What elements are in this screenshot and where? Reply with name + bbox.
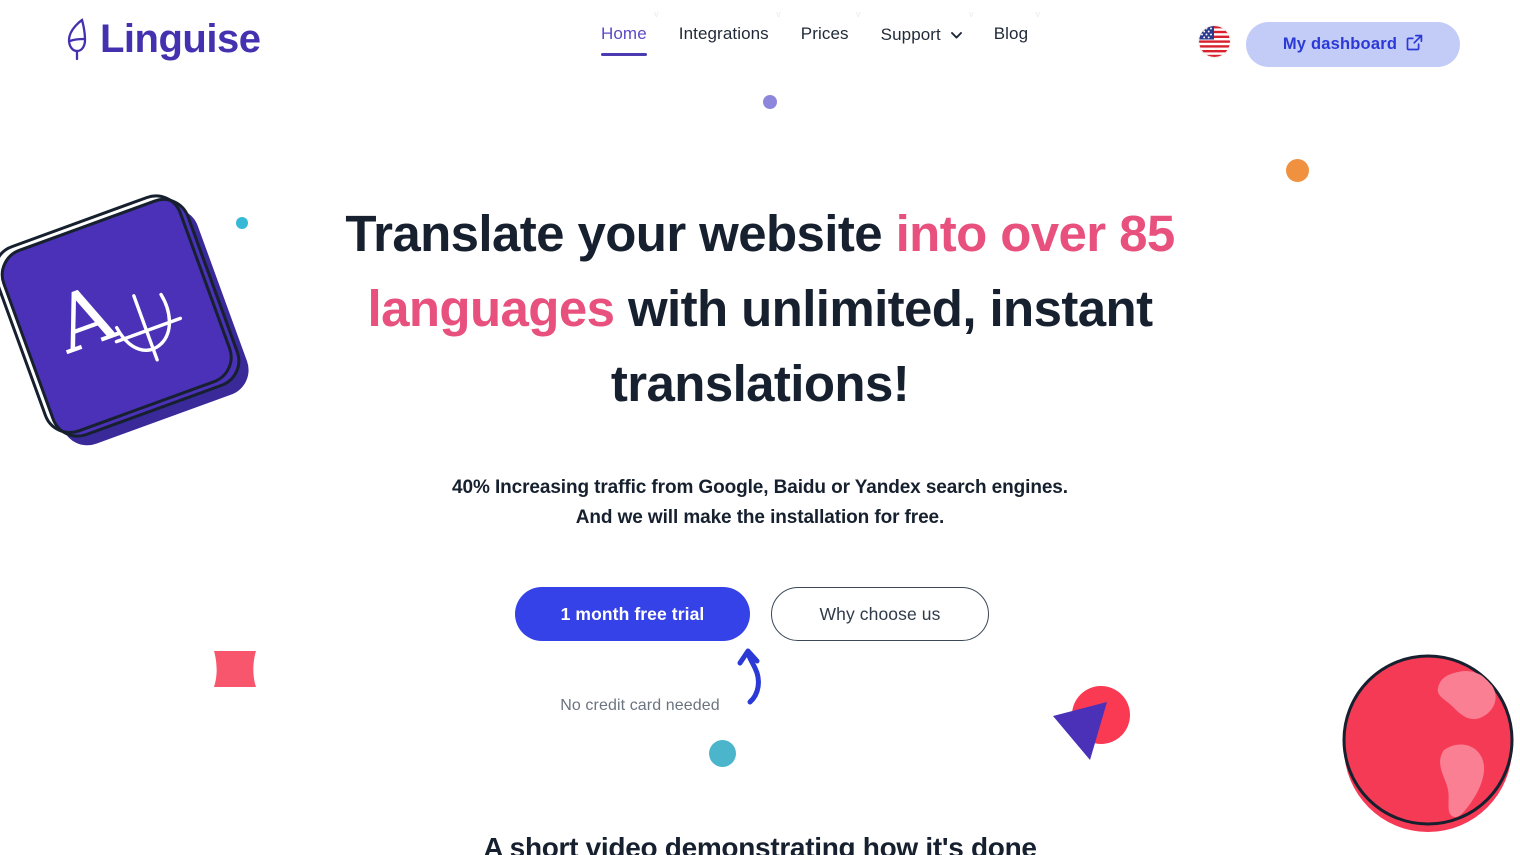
nav-item-blog[interactable]: v Blog [993,10,1040,62]
nav-item-support-label: Support [880,25,941,44]
nav-hint-icon: v [969,9,974,19]
orange-dot-decoration [1286,159,1309,182]
active-nav-underline [601,53,647,56]
hero-headline-part2: with unlimited, instant translations! [610,280,1153,412]
why-choose-us-button[interactable]: Why choose us [771,587,989,641]
large-teal-dot-decoration [709,740,736,767]
red-circle-with-cursor-decoration [1045,678,1145,773]
nav-item-support[interactable]: v Support [880,10,974,63]
pink-ribbon-decoration [210,645,268,693]
nav-hint-icon: v [654,9,659,19]
no-credit-card-note: No credit card needed [560,697,720,714]
hero-headline-part1: Translate your website [345,205,896,262]
nav-item-integrations-label: Integrations [678,24,769,43]
main-navigation: v Home v Integrations v Prices v Support [601,10,1040,63]
my-dashboard-button[interactable]: My dashboard [1246,22,1460,67]
hero-subtitle: 40% Increasing traffic from Google, Baid… [310,473,1210,533]
hero-cta-row: 1 month free trial Why choose us [515,587,989,641]
svg-text:A: A [43,267,129,372]
translation-card-illustration: A [0,170,282,470]
small-teal-dot-decoration [236,217,248,229]
hero-subtitle-line-2: And we will make the installation for fr… [575,507,945,528]
logo[interactable]: Linguise [62,16,261,62]
nav-item-integrations[interactable]: v Integrations [678,10,781,62]
globe-illustration [1340,640,1520,855]
feather-pen-icon [62,16,92,62]
hero-section: A Translate your website into over 85 la… [0,0,1520,855]
hero-headline: Translate your website into over 85 lang… [310,196,1210,421]
external-link-icon [1406,34,1423,56]
landing-page: Linguise v Home v Integrations v Prices … [0,0,1520,855]
purple-dot-decoration [763,95,777,109]
nav-hint-icon: v [776,9,781,19]
my-dashboard-label: My dashboard [1282,35,1398,53]
nav-item-home[interactable]: v Home [601,10,659,62]
nav-hint-icon: v [1035,9,1041,19]
video-section-caption: A short video demonstrating how it's don… [483,832,1037,855]
nav-item-home-label: Home [601,24,647,43]
us-flag-icon[interactable] [1199,26,1230,57]
nav-hint-icon: v [856,9,861,19]
nav-item-prices[interactable]: v Prices [800,10,861,62]
logo-text: Linguise [100,17,261,61]
chevron-down-icon [950,24,962,44]
site-header: Linguise v Home v Integrations v Prices … [0,0,1520,90]
nav-item-prices-label: Prices [800,24,849,43]
free-trial-button[interactable]: 1 month free trial [515,587,750,641]
nav-item-blog-label: Blog [993,24,1029,43]
hero-subtitle-line-1: 40% Increasing traffic from Google, Baid… [452,477,1068,498]
